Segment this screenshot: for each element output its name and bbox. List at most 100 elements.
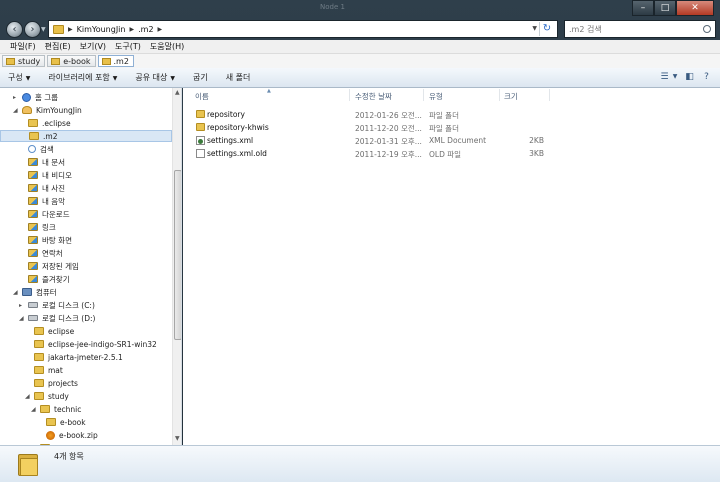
change-view-icon[interactable]: ☰ [659, 72, 670, 82]
file-row[interactable]: repository-khwis 2011-12-20 오전... 파일 폴더 [183, 121, 720, 134]
tree-node-label: jakarta-jmeter-2.5.1 [48, 352, 123, 362]
menu-tools[interactable]: 도구(T) [115, 41, 141, 52]
caption-buttons: – □ ✕ [632, 0, 714, 16]
organize-button[interactable]: 구성 ▼ [8, 72, 30, 83]
preview-pane-icon[interactable]: ◧ [684, 72, 695, 82]
file-row[interactable]: settings.xml 2012-01-31 오후... XML Document… [183, 134, 720, 147]
tree-node-item-15[interactable]: ◢ 컴퓨터 [13, 286, 57, 298]
back-button[interactable]: ‹ [6, 21, 23, 38]
menu-help[interactable]: 도움말(H) [150, 41, 184, 52]
tree-node-item-14[interactable]: 즐겨찾기 [28, 273, 70, 285]
chevron-right-icon[interactable]: ▶ [129, 26, 134, 33]
help-icon[interactable]: ? [701, 72, 712, 82]
column-divider[interactable] [349, 89, 350, 101]
breadcrumb-kimyoungjin[interactable]: KimYoungJin [77, 25, 126, 34]
details-pane: 4개 항목 [0, 445, 720, 482]
collapse-arrow-icon[interactable]: ◢ [13, 107, 18, 114]
tree-node-d[interactable]: ◢ 로컬 디스크 (D:) [19, 312, 95, 324]
tree-node-projects[interactable]: projects [34, 377, 78, 389]
tab-study[interactable]: study [2, 55, 46, 67]
downloads-folder-icon [28, 210, 38, 218]
tree-node-item-0[interactable]: ▸ 홈 그룹 [13, 91, 58, 103]
column-header-type[interactable]: 유형 [429, 91, 443, 102]
tree-node-e-book-zip[interactable]: e-book.zip [46, 429, 98, 441]
refresh-icon[interactable]: ↻ [539, 22, 554, 36]
menu-view[interactable]: 보기(V) [80, 41, 106, 52]
chevron-down-icon: ▼ [170, 75, 176, 82]
scroll-up-icon[interactable]: ▲ [175, 89, 180, 96]
tree-node-c[interactable]: ▸ 로컬 디스크 (C:) [19, 299, 95, 311]
expand-arrow-icon[interactable]: ▸ [19, 302, 22, 309]
maximize-button[interactable]: □ [654, 0, 676, 16]
tree-node-item-12[interactable]: 연락처 [28, 247, 63, 259]
close-button[interactable]: ✕ [676, 0, 714, 16]
tree-node-label: 내 문서 [42, 157, 66, 167]
tab-label: .m2 [113, 56, 129, 66]
tree-node-m2[interactable]: .m2 [0, 130, 172, 142]
navigation-scrollbar[interactable]: ▲ ▼ [172, 88, 181, 445]
expand-arrow-icon[interactable]: ▸ [13, 94, 16, 101]
burn-button[interactable]: 굽기 [193, 72, 208, 83]
tree-node-kimyoungjin[interactable]: ◢ KimYoungJin [13, 104, 82, 116]
tree-node-study[interactable]: ◢ study [25, 390, 69, 402]
tree-node-item-11[interactable]: 바탕 화면 [28, 234, 72, 246]
menu-file[interactable]: 파일(F) [10, 41, 36, 52]
collapse-arrow-icon[interactable]: ◢ [13, 289, 18, 296]
tab-e-book[interactable]: e-book [47, 55, 96, 67]
scroll-down-icon[interactable]: ▼ [175, 435, 180, 442]
collapse-arrow-icon[interactable]: ◢ [19, 315, 24, 322]
column-divider[interactable] [499, 89, 500, 101]
column-header-date[interactable]: 수정한 날짜 [355, 91, 392, 102]
tree-node-eclipse-jee-indigo-sr1-win32[interactable]: eclipse-jee-indigo-SR1-win32 [34, 338, 157, 350]
explorer-window: Node 1 – □ ✕ ‹ › ▼ ▶ KimYoungJin ▶ .m2 ▶… [0, 0, 720, 482]
minimize-button[interactable]: – [632, 0, 654, 16]
tree-node-item-8[interactable]: 내 음악 [28, 195, 65, 207]
address-folder-icon [53, 24, 64, 34]
tree-node-item-4[interactable]: 검색 [28, 143, 54, 155]
file-type: XML Document [429, 136, 487, 145]
file-row[interactable]: settings.xml.old 2011-12-19 오후... OLD 파일 3K… [183, 147, 720, 160]
tab-m2[interactable]: .m2 [97, 55, 134, 67]
menu-edit[interactable]: 편집(E) [45, 41, 71, 52]
search-input[interactable] [569, 22, 699, 36]
forward-button[interactable]: › [24, 21, 41, 38]
tree-node-item-7[interactable]: 내 사진 [28, 182, 65, 194]
address-bar[interactable]: ▶ KimYoungJin ▶ .m2 ▶ ▼ ↻ [48, 20, 558, 38]
column-divider[interactable] [549, 89, 550, 101]
tree-node-technic[interactable]: ◢ technic [31, 403, 81, 415]
tree-node-item-9[interactable]: 다운로드 [28, 208, 70, 220]
tree-node-eclipse[interactable]: eclipse [34, 325, 74, 337]
file-date: 2012-01-31 오후... [355, 137, 422, 146]
column-header-size[interactable]: 크기 [504, 91, 518, 102]
item-count: 4개 항목 [54, 452, 84, 461]
search-icon[interactable] [703, 25, 711, 33]
tree-node-jakarta-jmeter-2-5-1[interactable]: jakarta-jmeter-2.5.1 [34, 351, 123, 363]
share-with-button[interactable]: 공유 대상 ▼ [135, 72, 175, 83]
include-in-library-button[interactable]: 라이브러리에 포함 ▼ [48, 72, 117, 83]
tree-node-label: 즐겨찾기 [42, 274, 70, 284]
tree-node-e-book[interactable]: e-book [46, 416, 86, 428]
column-divider[interactable] [423, 89, 424, 101]
view-dropdown-icon[interactable]: ▼ [672, 72, 678, 82]
breadcrumb-m2[interactable]: .m2 [138, 25, 153, 34]
search-box[interactable] [564, 20, 716, 38]
documents-folder-icon [28, 158, 38, 166]
column-header-name[interactable]: 이름 [195, 91, 209, 102]
tree-node-mat[interactable]: mat [34, 364, 63, 376]
chevron-right-icon[interactable]: ▶ [68, 26, 73, 33]
collapse-arrow-icon[interactable]: ◢ [25, 393, 30, 400]
navigation-pane: ▸ 홈 그룹 ◢ KimYoungJin .eclipse .m2 검색 내 문서 내 비디오 내… [0, 88, 182, 445]
tree-node-eclipse[interactable]: .eclipse [28, 117, 71, 129]
tree-node-item-10[interactable]: 링크 [28, 221, 56, 233]
tree-node-item-13[interactable]: 저장된 게임 [28, 260, 79, 272]
scroll-thumb[interactable] [174, 170, 181, 340]
file-row[interactable]: repository 2012-01-26 오전... 파일 폴더 [183, 108, 720, 121]
drive-icon [28, 302, 38, 308]
recent-pages-dropdown[interactable]: ▼ [41, 26, 46, 33]
tree-node-item-6[interactable]: 내 비디오 [28, 169, 72, 181]
new-folder-button[interactable]: 새 폴더 [226, 72, 251, 83]
collapse-arrow-icon[interactable]: ◢ [31, 406, 36, 413]
chevron-right-icon[interactable]: ▶ [158, 26, 163, 33]
tree-node-item-5[interactable]: 내 문서 [28, 156, 65, 168]
address-dropdown-icon[interactable]: ▼ [532, 25, 537, 32]
